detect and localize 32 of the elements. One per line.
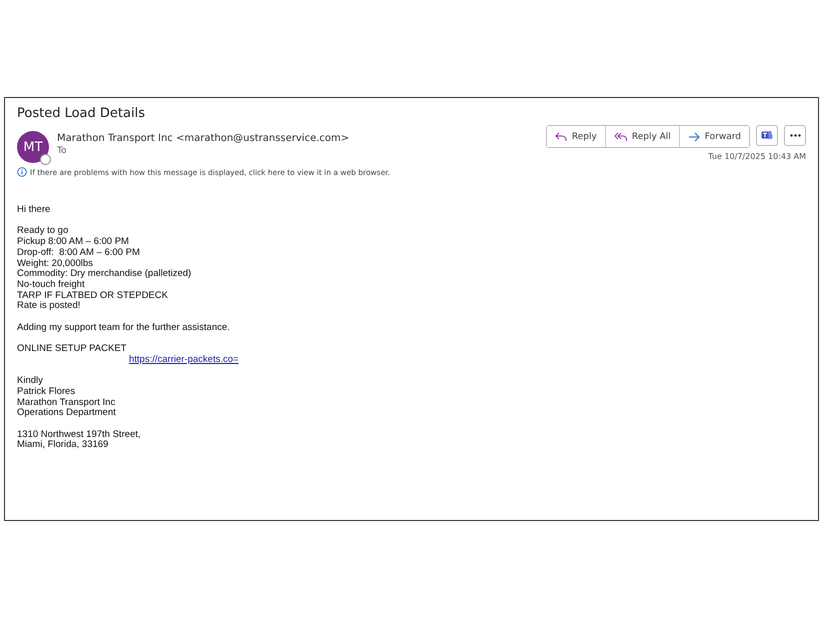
sender-name: Marathon Transport Inc <marathon@ustransservice.com> [57, 133, 350, 144]
setup-packet-link[interactable]: https://carrier-packets.co= [129, 354, 239, 365]
reply-icon [554, 132, 567, 142]
reply-all-icon [614, 132, 627, 142]
body-text-line: Marathon Transport Inc [17, 398, 116, 408]
body-text-line: Miami, Florida, 33169 [17, 440, 110, 452]
body-text-line: Weight: 20,000lbs [17, 258, 94, 269]
teams-icon [761, 130, 773, 141]
info-icon [17, 167, 27, 177]
forward-button[interactable]: Forward [678, 126, 749, 147]
body-text-line: Ready to go [17, 226, 70, 237]
email-subject: Posted Load Details [17, 106, 146, 121]
body-text-line: Hi there [17, 205, 52, 216]
body-text-line: 1310 Northwest 197th Street, [17, 430, 142, 440]
body-text-line: ONLINE SETUP PACKET [17, 344, 128, 355]
more-options-button[interactable] [784, 125, 806, 146]
body-text-line: Patrick Flores [17, 386, 76, 398]
body-text-line: Commodity: Dry merchandise (palletized) [17, 269, 192, 280]
to-label: To [57, 146, 68, 156]
body-text-line: Drop-off: 8:00 AM – 6:00 PM [17, 248, 141, 258]
arrow-right-icon [688, 132, 700, 142]
sent-date: Tue 10/7/2025 10:43 AM [708, 152, 806, 161]
body-text-line: Pickup 8:00 AM – 6:00 PM [17, 237, 130, 248]
body-text-line: Operations Department [17, 408, 117, 419]
body-text-line: Adding my support team for the further assistance. [17, 322, 231, 334]
body-text-line: Kindly [17, 376, 44, 387]
teams-button[interactable] [756, 125, 778, 146]
body-text-line: TARP IF FLATBED OR STEPDECK [17, 290, 169, 301]
sender-avatar: MT [17, 131, 49, 163]
more-icon [790, 134, 800, 137]
body-text-line: Rate is posted! [17, 301, 82, 312]
body-text-line: No-touch freight [17, 280, 86, 291]
